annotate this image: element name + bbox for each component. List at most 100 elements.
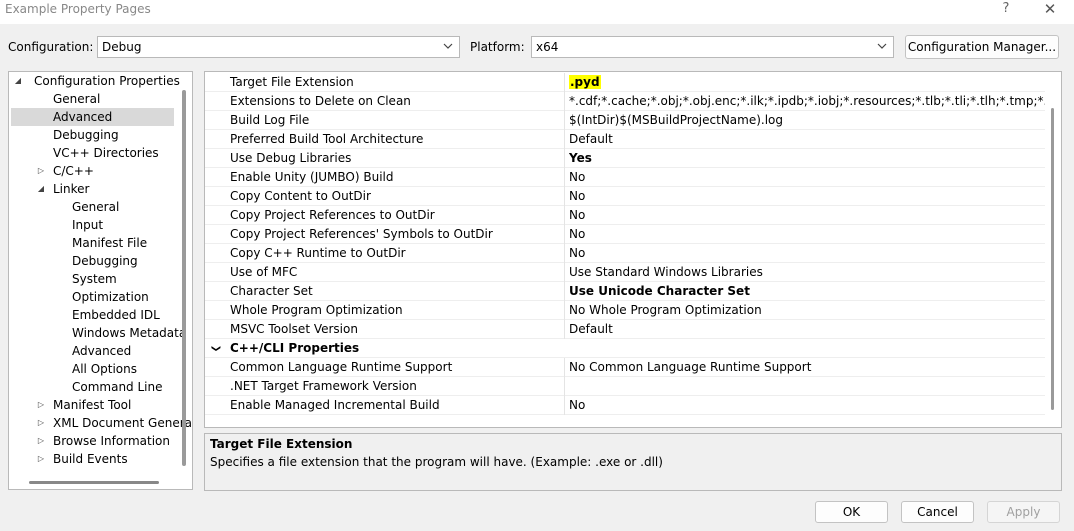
platform-value: x64: [536, 40, 559, 54]
column-divider: [564, 149, 565, 168]
property-name: Character Set: [230, 284, 313, 298]
column-divider: [564, 225, 565, 244]
collapse-arrow-icon[interactable]: ◢: [13, 72, 23, 90]
property-tree: ◢ Configuration Properties General Advanced…: [8, 71, 193, 490]
tree-item[interactable]: ◢ Configuration Properties: [9, 72, 180, 90]
property-row[interactable]: Copy Project References to OutDir No: [205, 206, 1045, 225]
tree-item[interactable]: ▷ Manifest Tool: [9, 396, 179, 414]
property-value[interactable]: $(IntDir)$(MSBuildProjectName).log: [569, 111, 1045, 130]
property-value[interactable]: No: [569, 187, 1045, 206]
tree-item[interactable]: Debugging: [9, 252, 179, 270]
property-value[interactable]: Use Unicode Character Set: [569, 282, 1045, 301]
tree-item[interactable]: Optimization: [9, 288, 179, 306]
tree-item[interactable]: General: [9, 90, 179, 108]
property-row[interactable]: Copy Content to OutDir No: [205, 187, 1045, 206]
platform-combo[interactable]: x64: [531, 36, 894, 58]
property-row[interactable]: Character Set Use Unicode Character Set: [205, 282, 1045, 301]
tree-item[interactable]: Advanced: [9, 342, 179, 360]
property-value[interactable]: Default: [569, 320, 1045, 339]
property-value[interactable]: No: [569, 225, 1045, 244]
property-row[interactable]: Whole Program Optimization No Whole Progr…: [205, 301, 1045, 320]
tree-item-label: VC++ Directories: [53, 146, 159, 160]
tree-item[interactable]: ▷ XML Document Generator: [9, 414, 192, 432]
property-name: Target File Extension: [230, 75, 354, 89]
tree-item[interactable]: ◢ Linker: [9, 180, 179, 198]
close-icon[interactable]: ✕: [1041, 0, 1059, 18]
tree-vertical-scrollbar[interactable]: [182, 90, 186, 466]
chevron-down-icon: [443, 43, 453, 49]
property-row[interactable]: Enable Unity (JUMBO) Build No: [205, 168, 1045, 187]
column-divider: [564, 301, 565, 320]
property-row[interactable]: Target File Extension .pyd: [205, 73, 1045, 92]
property-value[interactable]: No Common Language Runtime Support: [569, 358, 1045, 377]
tree-item[interactable]: Manifest File: [9, 234, 179, 252]
tree-item-label: Command Line: [72, 380, 163, 394]
column-divider: [564, 92, 565, 111]
property-value[interactable]: No: [569, 244, 1045, 263]
property-name: Copy C++ Runtime to OutDir: [230, 246, 406, 260]
property-row[interactable]: Copy C++ Runtime to OutDir No: [205, 244, 1045, 263]
configuration-manager-button[interactable]: Configuration Manager...: [905, 35, 1059, 59]
property-value[interactable]: *.cdf;*.cache;*.obj;*.obj.enc;*.ilk;*.ip…: [569, 92, 1045, 111]
tree-item-label: Linker: [53, 182, 90, 196]
tree-item[interactable]: Advanced: [11, 108, 174, 126]
property-row[interactable]: Common Language Runtime Support No Common…: [205, 358, 1045, 377]
property-row[interactable]: .NET Target Framework Version: [205, 377, 1045, 396]
tree-item[interactable]: System: [9, 270, 179, 288]
tree-item[interactable]: Debugging: [9, 126, 179, 144]
property-value[interactable]: Default: [569, 130, 1045, 149]
expand-arrow-icon[interactable]: ▷: [36, 162, 46, 180]
property-row[interactable]: Enable Managed Incremental Build No: [205, 396, 1045, 415]
property-value[interactable]: No: [569, 168, 1045, 187]
tree-item[interactable]: Input: [9, 216, 179, 234]
tree-item[interactable]: ▷ Build Events: [9, 450, 179, 468]
cancel-button[interactable]: Cancel: [901, 501, 974, 523]
configuration-value: Debug: [102, 40, 142, 54]
grid-section-header[interactable]: ❯ C++/CLI Properties: [205, 339, 1045, 358]
column-divider: [564, 263, 565, 282]
tree-item[interactable]: ▷ C/C++: [9, 162, 179, 180]
help-icon[interactable]: ?: [998, 1, 1014, 16]
tree-item-label: Advanced: [72, 344, 132, 358]
tree-item[interactable]: VC++ Directories: [9, 144, 179, 162]
tree-item-label: XML Document Generator: [53, 416, 193, 430]
ok-button[interactable]: OK: [815, 501, 888, 523]
property-value[interactable]: Yes: [569, 149, 1045, 168]
property-value[interactable]: No: [569, 206, 1045, 225]
apply-button[interactable]: Apply: [987, 501, 1060, 523]
property-name: Use Debug Libraries: [230, 151, 352, 165]
tree-item[interactable]: Command Line: [9, 378, 179, 396]
property-row[interactable]: Use Debug Libraries Yes: [205, 149, 1045, 168]
column-divider: [564, 73, 565, 92]
property-row[interactable]: Preferred Build Tool Architecture Default: [205, 130, 1045, 149]
tree-item-label: Build Events: [53, 452, 128, 466]
tree-item[interactable]: Windows Metadata: [9, 324, 186, 342]
tree-item-label: General: [72, 200, 120, 214]
grid-vertical-scrollbar[interactable]: [1051, 108, 1054, 410]
chevron-down-icon[interactable]: ❯: [205, 345, 224, 353]
property-value[interactable]: No: [569, 396, 1045, 415]
property-row[interactable]: MSVC Toolset Version Default: [205, 320, 1045, 339]
tree-item[interactable]: ▷ Browse Information: [9, 432, 179, 450]
tree-item[interactable]: Embedded IDL: [9, 306, 179, 324]
description-panel: Target File Extension Specifies a file e…: [204, 433, 1062, 491]
expand-arrow-icon[interactable]: ▷: [36, 396, 46, 414]
expand-arrow-icon[interactable]: ▷: [36, 432, 46, 450]
expand-arrow-icon[interactable]: ▷: [36, 450, 46, 468]
property-value[interactable]: Use Standard Windows Libraries: [569, 263, 1045, 282]
property-row[interactable]: Copy Project References' Symbols to OutD…: [205, 225, 1045, 244]
property-value[interactable]: No Whole Program Optimization: [569, 301, 1045, 320]
tree-item[interactable]: General: [9, 198, 179, 216]
property-row[interactable]: Extensions to Delete on Clean *.cdf;*.cac…: [205, 92, 1045, 111]
property-row[interactable]: Build Log File $(IntDir)$(MSBuildProjectN…: [205, 111, 1045, 130]
expand-arrow-icon[interactable]: ▷: [36, 414, 46, 432]
property-row[interactable]: Use of MFC Use Standard Windows Libraries: [205, 263, 1045, 282]
property-value[interactable]: .pyd: [569, 73, 1045, 92]
tree-item[interactable]: All Options: [9, 360, 179, 378]
configuration-combo[interactable]: Debug: [97, 36, 460, 58]
tree-horizontal-scrollbar[interactable]: [29, 481, 159, 484]
tree-item-label: Manifest File: [72, 236, 148, 250]
collapse-arrow-icon[interactable]: ◢: [36, 180, 46, 198]
property-name: Common Language Runtime Support: [230, 360, 453, 374]
highlighted-value: .pyd: [569, 75, 601, 89]
